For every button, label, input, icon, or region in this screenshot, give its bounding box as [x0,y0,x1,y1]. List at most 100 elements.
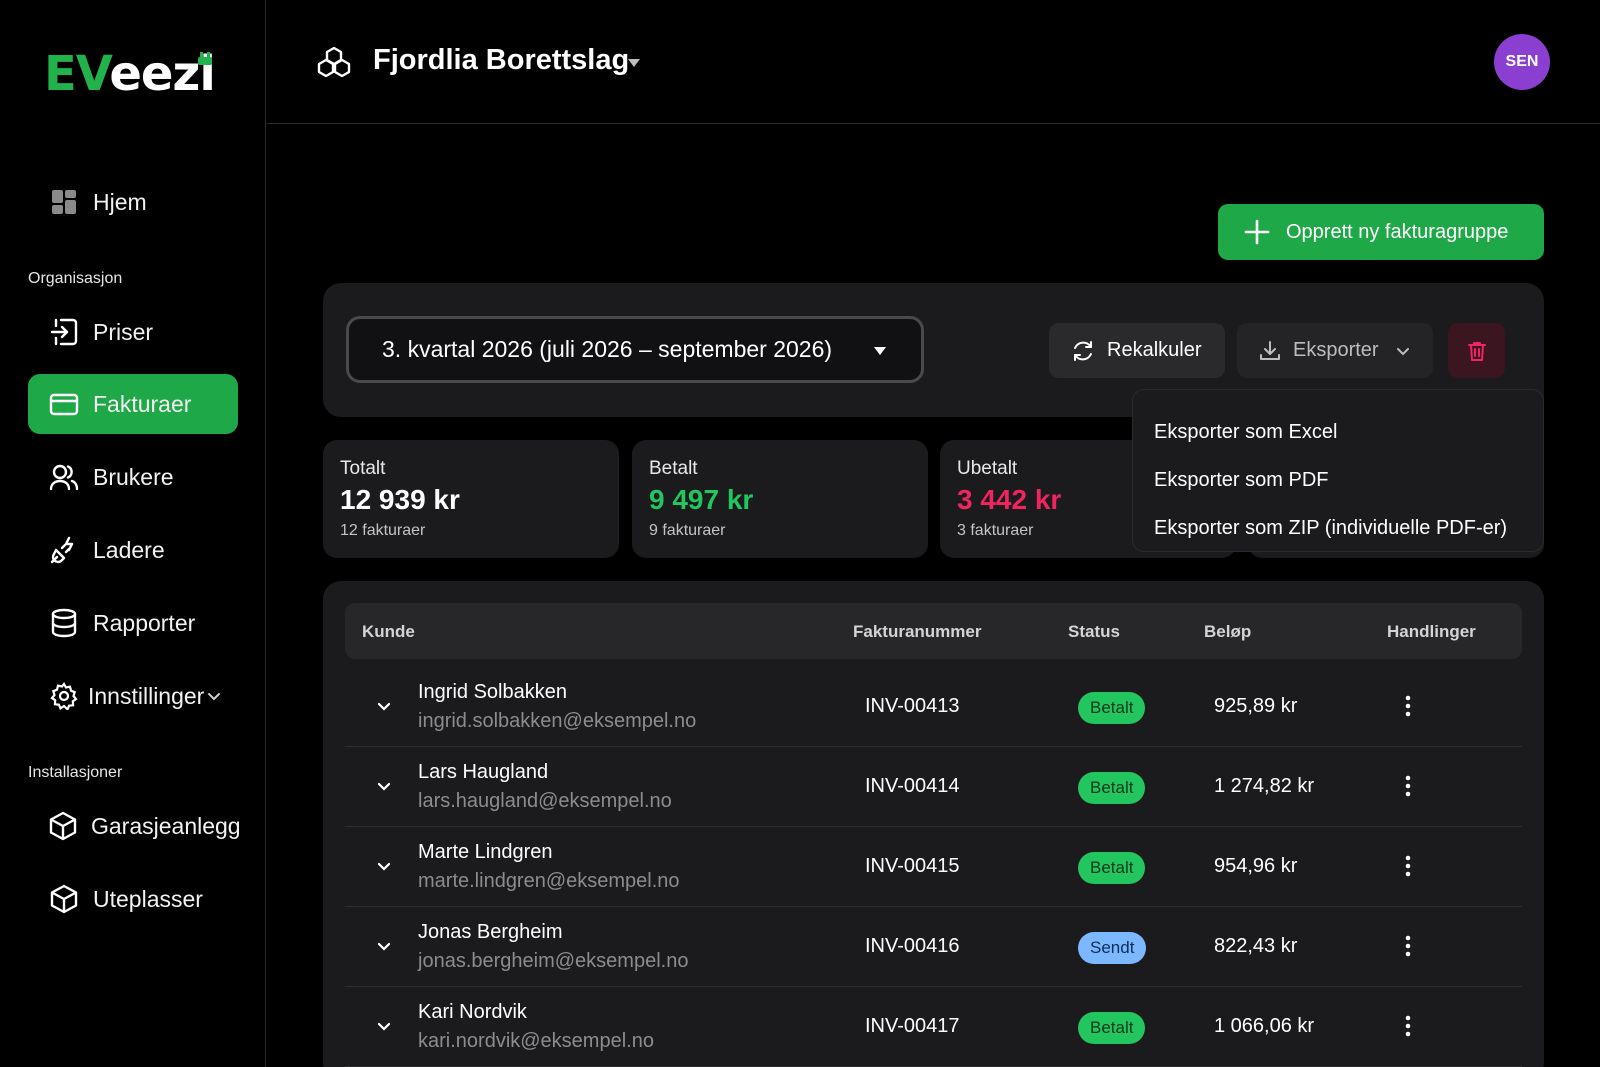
column-actions: Handlinger [1387,622,1476,641]
more-vertical-icon[interactable] [1405,1014,1411,1038]
invoice-number: INV-00415 [865,855,960,877]
sidebar: EVeezi Hjem Organisasjon Priser Fakturae… [0,0,266,1067]
stat-sub: 9 fakturaer [649,522,726,539]
recalculate-label: Rekalkuler [1107,339,1202,361]
create-invoice-group-button[interactable]: Opprett ny fakturagruppe [1218,204,1544,260]
more-vertical-icon[interactable] [1405,854,1411,878]
status-badge: Sendt [1078,932,1147,964]
sidebar-item-invoices[interactable]: Fakturaer [28,374,238,434]
invoice-amount: 822,43 kr [1214,935,1298,957]
export-zip-option[interactable]: Eksporter som ZIP (individuelle PDF-er) [1133,504,1543,552]
trash-icon [1467,341,1486,361]
chevron-down-icon[interactable] [375,1017,393,1035]
invoice-number: INV-00414 [865,775,960,797]
more-vertical-icon[interactable] [1405,934,1411,958]
organisation-icon [317,46,351,78]
invoice-amount: 1 274,82 kr [1214,775,1315,797]
plug-logo-icon [197,52,212,65]
sidebar-item-label: Ladere [93,536,165,563]
customer-email: marte.lindgren@eksempel.no [418,870,680,892]
customer-email: ingrid.solbakken@eksempel.no [418,710,697,732]
invoice-number: INV-00413 [865,695,960,717]
customer-email: kari.nordvik@eksempel.no [418,1030,654,1052]
customer-name: Ingrid Solbakken [418,681,567,703]
refresh-icon [1071,339,1095,363]
more-vertical-icon[interactable] [1405,694,1411,718]
more-vertical-icon[interactable] [1405,774,1411,798]
stat-value: 9 497 kr [649,484,754,515]
column-invoice-number[interactable]: Fakturanummer [853,622,981,642]
sidebar-item-prices[interactable]: Priser [28,302,238,362]
chevron-down-icon[interactable] [375,937,393,955]
sidebar-item-home[interactable]: Hjem [28,172,238,232]
stat-label: Totalt [340,458,386,479]
sidebar-item-outdoor[interactable]: Uteplasser [28,869,238,929]
section-installations: Installasjoner [28,764,123,781]
period-select[interactable]: 3. kvartal 2026 (juli 2026 – september 2… [346,316,924,383]
plus-icon [1244,219,1270,245]
period-value: 3. kvartal 2026 (juli 2026 – september 2… [382,336,833,362]
table-row[interactable]: Lars Haugland lars.haugland@eksempel.no … [345,747,1522,827]
customer-email: jonas.bergheim@eksempel.no [418,950,689,972]
stat-sub: 12 fakturaer [340,522,426,539]
invoice-number: INV-00417 [865,1015,960,1037]
create-button-label: Opprett ny fakturagruppe [1286,220,1509,243]
chevron-down-icon[interactable] [375,857,393,875]
sidebar-item-label: Innstillinger [88,682,205,709]
topbar: Fjordlia Borettslag SEN [267,0,1600,124]
organisation-name[interactable]: Fjordlia Borettslag [373,44,629,77]
sidebar-item-chargers[interactable]: Ladere [28,520,238,580]
download-icon [1259,340,1281,362]
table-row[interactable]: Marte Lindgren marte.lindgren@eksempel.n… [345,827,1522,907]
chevron-down-icon[interactable] [375,777,393,795]
customer-name: Jonas Bergheim [418,921,563,943]
sidebar-item-users[interactable]: Brukere [28,447,238,507]
table-row[interactable]: Jonas Bergheim jonas.bergheim@eksempel.n… [345,907,1522,987]
status-badge: Betalt [1078,1012,1146,1044]
customer-name: Marte Lindgren [418,841,553,863]
sidebar-item-label: Priser [93,318,154,345]
sidebar-item-label: Fakturaer [93,390,192,417]
delete-button[interactable] [1448,323,1505,378]
sidebar-item-label: Garasjeanlegg [91,812,241,839]
status-badge: Betalt [1078,772,1146,804]
sidebar-item-reports[interactable]: Rapporter [28,593,238,653]
caret-down-icon[interactable] [627,58,641,68]
table-row[interactable]: Kari Nordvik kari.nordvik@eksempel.no IN… [345,987,1522,1067]
sidebar-item-label: Rapporter [93,609,196,636]
users-icon [48,461,80,493]
sidebar-item-settings[interactable]: Innstillinger [28,666,238,726]
stat-card-total: Totalt 12 939 kr 12 fakturaer [323,440,619,558]
column-status[interactable]: Status [1068,622,1120,642]
export-label: Eksporter [1293,339,1379,361]
chevron-down-icon[interactable] [375,697,393,715]
export-pdf-option[interactable]: Eksporter som PDF [1133,456,1543,504]
export-excel-option[interactable]: Eksporter som Excel [1133,408,1543,456]
invoice-amount: 1 066,06 kr [1214,1015,1315,1037]
cube-icon [48,883,80,915]
stat-card-paid: Betalt 9 497 kr 9 fakturaer [632,440,928,558]
table-row[interactable]: Ingrid Solbakken ingrid.solbakken@eksemp… [345,667,1522,747]
stat-label: Betalt [649,458,698,479]
export-button[interactable]: Eksporter [1237,323,1433,378]
invoice-number: INV-00416 [865,935,960,957]
invoice-amount: 925,89 kr [1214,695,1298,717]
login-icon [48,316,80,348]
stat-value: 12 939 kr [340,484,460,515]
logo[interactable]: EVeezi [44,50,216,98]
avatar[interactable]: SEN [1494,34,1550,90]
sidebar-item-garage[interactable]: Garasjeanlegg [28,796,241,856]
sidebar-item-label: Hjem [93,188,147,215]
credit-card-icon [48,388,80,420]
invoice-amount: 954,96 kr [1214,855,1298,877]
column-amount[interactable]: Beløp [1204,622,1251,642]
database-icon [48,607,80,639]
customer-email: lars.haugland@eksempel.no [418,790,672,812]
recalculate-button[interactable]: Rekalkuler [1049,323,1225,378]
sidebar-item-label: Brukere [93,463,174,490]
column-customer[interactable]: Kunde [362,622,415,642]
table-header: Kunde Fakturanummer Status Beløp Handlin… [345,603,1522,659]
invoice-table: Kunde Fakturanummer Status Beløp Handlin… [323,581,1544,1067]
caret-down-icon [874,347,886,355]
export-menu: Eksporter som Excel Eksporter som PDF Ek… [1132,389,1544,552]
